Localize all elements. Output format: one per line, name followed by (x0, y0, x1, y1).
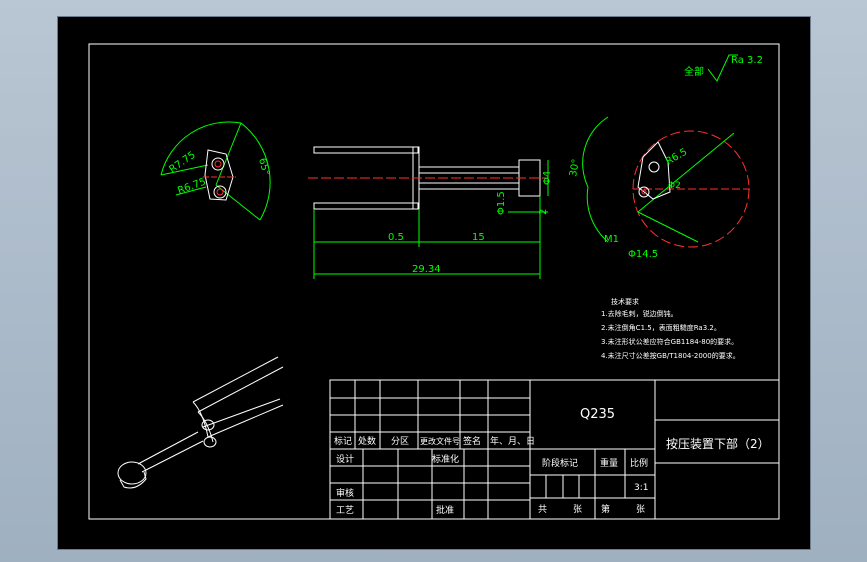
drawing-sheet[interactable]: 全部 Ra 3.2 R7.75 R6.75 65° 0.5 15 29.34 Φ… (57, 16, 811, 550)
dim-right-small: Φ2 (668, 181, 681, 191)
hdr-zone: 分区 (391, 436, 409, 447)
scale-value: 3:1 (634, 483, 648, 493)
material: Q235 (580, 407, 615, 422)
cad-viewport[interactable]: 全部 Ra 3.2 R7.75 R6.75 65° 0.5 15 29.34 Φ… (0, 0, 867, 562)
roughness-prefix: 全部 (684, 65, 704, 78)
dim-right-dia: Φ14.5 (628, 249, 658, 260)
tech-req-title: 技术要求 (611, 297, 639, 306)
tech-req-item-2: 2.未注倒角C1.5，表面粗糙度Ra3.2。 (601, 323, 721, 332)
tech-req-item-4: 4.未注尺寸公差按GB/T1804-2000的要求。 (601, 351, 740, 360)
hdr-date: 年、月、日 (490, 435, 535, 447)
front-view: 0.5 15 29.34 Φ1.5 2 Φ4 (308, 146, 553, 279)
approve-label: 批准 (436, 504, 454, 516)
tech-req-item-1: 1.去除毛刺，锐边倒钝。 (601, 309, 678, 318)
dim-right-m: M1 (604, 234, 619, 245)
sheets-label: 张 (573, 504, 582, 515)
part-name: 按压装置下部（2） (666, 436, 770, 451)
craft-label: 工艺 (336, 505, 354, 516)
page-label: 第 (601, 503, 610, 515)
roughness-value: Ra 3.2 (731, 55, 763, 66)
hdr-mark: 标记 (334, 435, 352, 447)
weight-label: 重量 (600, 457, 618, 469)
hdr-sign: 签名 (463, 435, 481, 447)
dim-right-r: R6.5 (664, 147, 689, 168)
dim-front-right: 2 (538, 209, 549, 215)
left-view: R7.75 R6.75 65° (160, 121, 271, 221)
dim-front-dia: Φ1.5 (496, 191, 507, 215)
total-label: 共 (538, 504, 547, 515)
hdr-doc: 更改文件号 (420, 436, 460, 446)
sheet2-label: 张 (636, 504, 645, 515)
right-view: 30° R6.5 M1 Φ14.5 Φ2 (568, 116, 750, 260)
dim-front-a: 0.5 (388, 232, 404, 243)
dim-front-height: Φ4 (542, 171, 553, 185)
drawing-canvas: 全部 Ra 3.2 R7.75 R6.75 65° 0.5 15 29.34 Φ… (88, 43, 780, 520)
dim-left-r2: R6.75 (176, 176, 207, 196)
roughness-symbol: 全部 Ra 3.2 (684, 54, 763, 82)
dim-front-total: 29.34 (412, 264, 441, 275)
hdr-count: 处数 (358, 435, 376, 447)
dim-left-angle: 65° (256, 157, 271, 177)
design-label: 设计 (336, 453, 354, 465)
stage-mark: 阶段标记 (542, 457, 578, 469)
review-label: 审核 (336, 487, 354, 499)
dim-right-angle: 30° (568, 158, 582, 177)
standard-label: 标准化 (432, 453, 459, 465)
scale-label: 比例 (630, 457, 648, 469)
tech-req-item-3: 3.未注形状公差应符合GB1184-80的要求。 (601, 337, 738, 346)
technical-requirements: 技术要求 1.去除毛刺，锐边倒钝。 2.未注倒角C1.5，表面粗糙度Ra3.2。… (601, 297, 740, 360)
dim-front-b: 15 (472, 232, 485, 243)
dim-left-r1: R7.75 (167, 150, 197, 176)
isometric-view (117, 356, 284, 489)
